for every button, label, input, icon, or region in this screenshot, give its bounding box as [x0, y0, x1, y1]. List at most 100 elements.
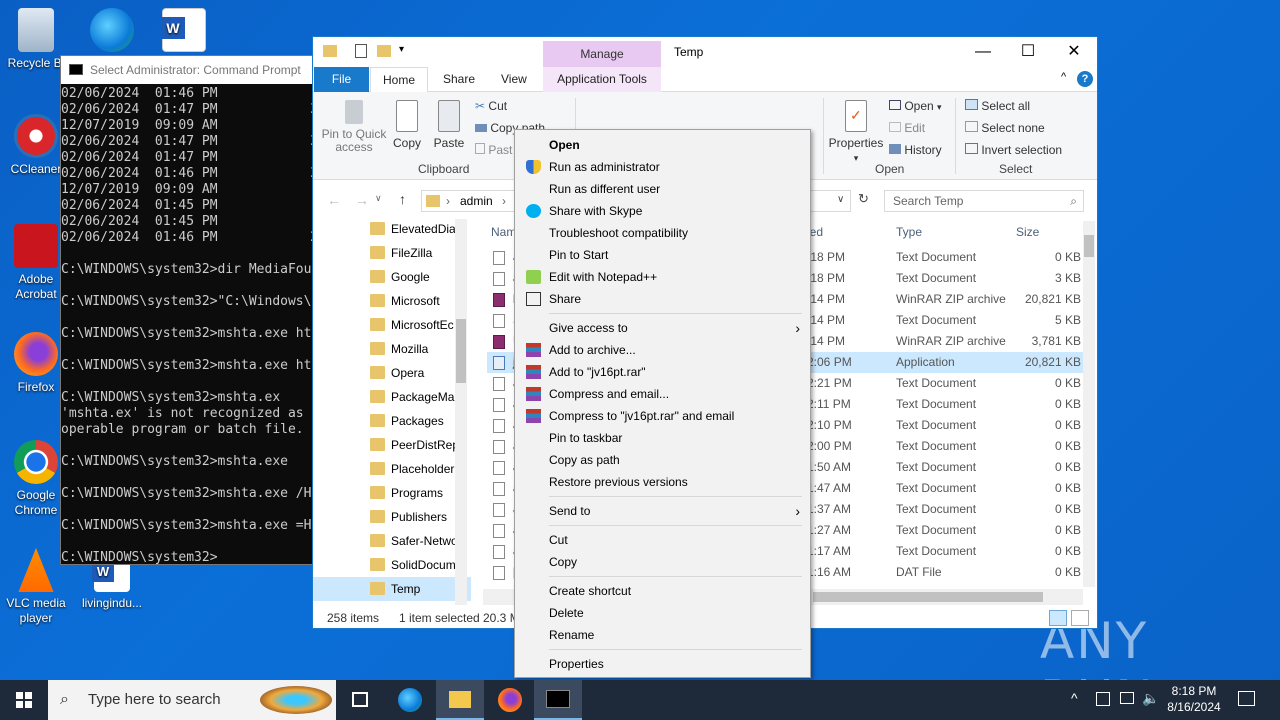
- nav-item[interactable]: MicrosoftEc: [313, 313, 471, 337]
- nav-item[interactable]: Temp: [313, 577, 471, 601]
- nav-item[interactable]: Publishers: [313, 505, 471, 529]
- clock[interactable]: 8:18 PM 8/16/2024: [1160, 683, 1228, 715]
- select-none-button[interactable]: Select none: [965, 121, 1045, 135]
- notifications-icon[interactable]: [1238, 691, 1255, 706]
- select-all-button[interactable]: Select all: [965, 99, 1030, 113]
- nav-item[interactable]: Microsoft: [313, 289, 471, 313]
- recent-locations-icon[interactable]: ∨: [375, 193, 382, 204]
- menu-item-edit-with-notepad[interactable]: Edit with Notepad++: [515, 266, 810, 288]
- menu-item-share-with-skype[interactable]: Share with Skype: [515, 200, 810, 222]
- taskbar-search-box[interactable]: ⌕ Type here to search: [48, 680, 336, 720]
- taskbar-edge[interactable]: [386, 680, 434, 720]
- menu-item-copy[interactable]: Copy: [515, 551, 810, 573]
- pin-quick-access-button[interactable]: Pin to Quick access: [319, 100, 389, 154]
- menu-item-pin-to-taskbar[interactable]: Pin to taskbar: [515, 427, 810, 449]
- maximize-icon[interactable]: ☐: [1005, 37, 1051, 67]
- nav-item[interactable]: Google: [313, 265, 471, 289]
- start-button[interactable]: [0, 680, 48, 720]
- properties-quick-icon[interactable]: [355, 44, 367, 58]
- menu-item-give-access-to[interactable]: Give access to ›: [515, 317, 810, 339]
- nav-item[interactable]: Placeholder: [313, 457, 471, 481]
- column-type[interactable]: Type: [896, 225, 922, 239]
- copy-button[interactable]: Copy: [389, 100, 425, 150]
- properties-button[interactable]: ✓ Properties ▾: [827, 100, 885, 164]
- menu-item-pin-to-start[interactable]: Pin to Start: [515, 244, 810, 266]
- open-button[interactable]: Open ▾: [889, 99, 942, 113]
- menu-item-compress-to-jv16pt-rar-and-email[interactable]: Compress to "jv16pt.rar" and email: [515, 405, 810, 427]
- up-icon[interactable]: ↑: [399, 191, 406, 207]
- nav-item[interactable]: Programs: [313, 481, 471, 505]
- cmd-output[interactable]: 02/06/2024 01:46 PM02/06/2024 01:47 PM31…: [61, 84, 314, 564]
- desktop-icon-word[interactable]: W: [148, 8, 220, 56]
- menu-item-run-as-different-user[interactable]: Run as different user: [515, 178, 810, 200]
- volume-icon[interactable]: 🔈: [1142, 690, 1159, 707]
- nav-item[interactable]: Mozilla: [313, 337, 471, 361]
- taskbar-firefox[interactable]: [486, 680, 534, 720]
- menu-item-compress-and-email[interactable]: Compress and email...: [515, 383, 810, 405]
- tab-file[interactable]: File: [314, 67, 369, 92]
- nav-item[interactable]: SolidDocum: [313, 553, 471, 577]
- column-size[interactable]: Size: [1016, 225, 1039, 239]
- menu-item-rename[interactable]: Rename: [515, 624, 810, 646]
- nav-item[interactable]: Opera: [313, 361, 471, 385]
- nav-item[interactable]: PeerDistRep: [313, 433, 471, 457]
- menu-item-troubleshoot-compatibility[interactable]: Troubleshoot compatibility: [515, 222, 810, 244]
- menu-item-add-to-archive[interactable]: Add to archive...: [515, 339, 810, 361]
- chevron-down-icon[interactable]: ▾: [399, 44, 404, 55]
- menu-item-copy-as-path[interactable]: Copy as path: [515, 449, 810, 471]
- menu-item-open[interactable]: Open: [515, 134, 810, 156]
- new-folder-quick-icon[interactable]: [377, 45, 391, 57]
- network-icon[interactable]: [1096, 692, 1110, 706]
- paste-shortcut-button[interactable]: Past: [475, 143, 512, 157]
- menu-item-delete[interactable]: Delete: [515, 602, 810, 624]
- cmd-titlebar[interactable]: Select Administrator: Command Prompt: [61, 56, 314, 84]
- show-hidden-icons-icon[interactable]: ^: [1071, 690, 1078, 706]
- menu-item-create-shortcut[interactable]: Create shortcut: [515, 580, 810, 602]
- context-menu[interactable]: Open Run as administrator Run as different…: [514, 129, 811, 678]
- menu-item-properties[interactable]: Properties: [515, 653, 810, 675]
- menu-item-run-as-administrator[interactable]: Run as administrator: [515, 156, 810, 178]
- menu-item-share[interactable]: Share: [515, 288, 810, 310]
- taskbar-command-prompt[interactable]: [534, 680, 582, 720]
- task-view-button[interactable]: [336, 680, 384, 720]
- cut-button[interactable]: ✂ Cut: [475, 99, 507, 113]
- help-icon[interactable]: ?: [1077, 71, 1093, 87]
- nav-item[interactable]: FileZilla: [313, 241, 471, 265]
- paste-button[interactable]: Paste: [431, 100, 467, 150]
- minimize-icon[interactable]: —: [960, 37, 1006, 67]
- search-input[interactable]: Search Temp ⌕: [884, 190, 1084, 212]
- ethernet-icon[interactable]: [1120, 692, 1134, 704]
- large-icons-view-icon[interactable]: [1071, 610, 1089, 626]
- collapse-ribbon-icon[interactable]: ^: [1061, 71, 1066, 83]
- history-button[interactable]: History: [889, 143, 942, 157]
- navigation-pane[interactable]: ElevatedDia FileZilla Google Microsoft Micro…: [313, 217, 471, 607]
- invert-selection-button[interactable]: Invert selection: [965, 143, 1062, 157]
- nav-item[interactable]: Safer-Netwo: [313, 529, 471, 553]
- close-icon[interactable]: ✕: [1051, 37, 1097, 67]
- tab-application-tools[interactable]: Application Tools: [543, 67, 661, 92]
- menu-item-restore-previous-versions[interactable]: Restore previous versions: [515, 471, 810, 493]
- refresh-icon[interactable]: ↻: [858, 191, 869, 207]
- address-dropdown-icon[interactable]: ∨: [837, 194, 844, 205]
- tab-home[interactable]: Home: [370, 67, 429, 93]
- nav-item[interactable]: PackageMa: [313, 385, 471, 409]
- tab-view[interactable]: View: [489, 67, 539, 92]
- details-view-icon[interactable]: [1049, 610, 1067, 626]
- nav-item[interactable]: ElevatedDia: [313, 217, 471, 241]
- nav-item[interactable]: Packages: [313, 409, 471, 433]
- command-prompt-window[interactable]: Select Administrator: Command Prompt 02/…: [60, 55, 315, 565]
- edit-button[interactable]: Edit: [889, 121, 925, 135]
- taskbar-file-explorer[interactable]: [436, 680, 484, 720]
- menu-item-send-to[interactable]: Send to ›: [515, 500, 810, 522]
- explorer-titlebar[interactable]: ▾ Manage Temp — ☐ ✕: [313, 37, 1097, 67]
- nav-scrollbar[interactable]: [455, 219, 467, 605]
- back-icon[interactable]: ←: [327, 192, 341, 208]
- menu-item-cut[interactable]: Cut: [515, 529, 810, 551]
- file-list-scrollbar[interactable]: [1083, 221, 1095, 587]
- tab-share[interactable]: Share: [431, 67, 487, 92]
- desktop-icon-edge[interactable]: [76, 8, 148, 56]
- column-name[interactable]: Nam: [491, 225, 516, 239]
- menu-item-add-to-jv16pt-rar[interactable]: Add to "jv16pt.rar": [515, 361, 810, 383]
- forward-icon[interactable]: →: [355, 192, 369, 208]
- breadcrumb-admin[interactable]: admin: [460, 194, 493, 208]
